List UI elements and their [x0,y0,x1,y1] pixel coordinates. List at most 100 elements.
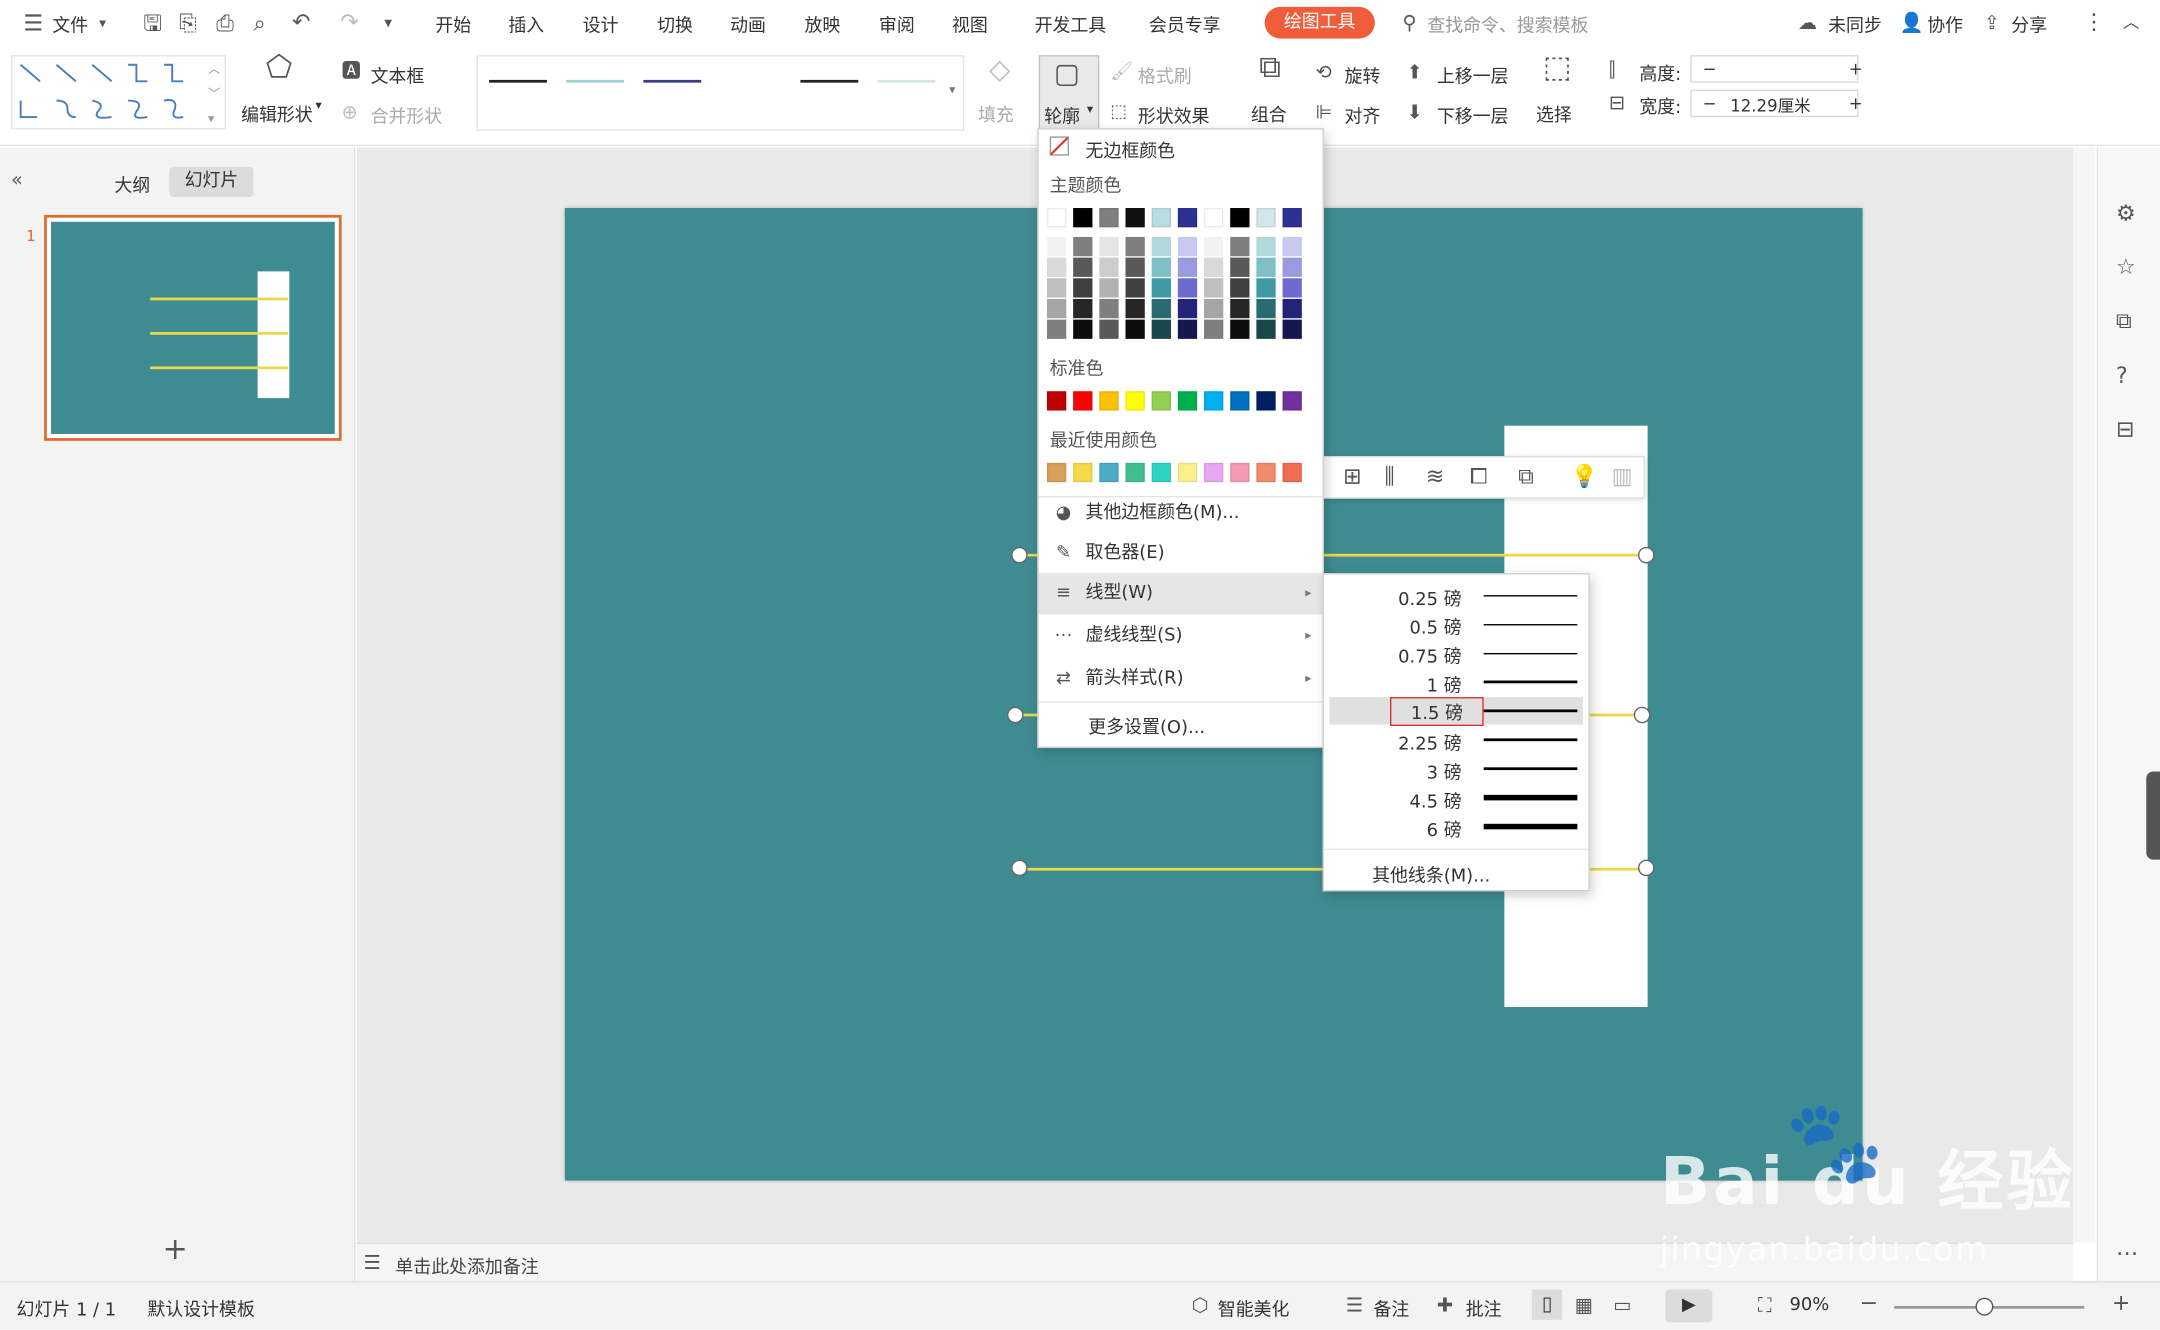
play-button[interactable]: ▶ [1665,1289,1713,1323]
theme-shade-swatch[interactable] [1204,319,1224,339]
line-weight-option[interactable]: 0.5 磅 [1329,610,1582,639]
line-weight-option[interactable]: 0.25 磅 [1329,581,1582,610]
line-2-end-handle[interactable] [1633,706,1651,724]
comments-button[interactable]: 批注 [1466,1295,1502,1321]
group-button[interactable]: 组合 [1251,101,1287,127]
normal-view-icon[interactable]: ▯ [1531,1289,1563,1320]
cloud-sync-icon[interactable]: ☁ [1798,12,1817,34]
width-increment[interactable]: + [1849,94,1863,113]
line-style-teal[interactable] [566,79,625,83]
theme-shade-swatch[interactable] [1099,319,1119,339]
theme-color-swatch[interactable] [1046,208,1067,228]
width-field[interactable]: − 12.29厘米 + [1690,89,1863,118]
standard-color-swatch[interactable] [1256,391,1276,411]
theme-shade-swatch[interactable] [1151,257,1171,277]
theme-shade-swatch[interactable] [1099,278,1119,298]
theme-shade-swatch[interactable] [1256,298,1276,319]
line-weight-option[interactable]: 0.75 磅 [1329,639,1582,668]
select-button[interactable]: 选择 [1536,101,1572,127]
theme-shade-swatch[interactable] [1177,278,1198,298]
line-1-end-handle[interactable] [1637,546,1655,564]
line-weight-option[interactable]: 4.5 磅 [1329,784,1582,813]
recent-color-swatch[interactable] [1230,462,1250,483]
line-style-black-2[interactable] [800,79,859,83]
slide-thumbnail[interactable] [44,214,342,441]
height-decrement[interactable]: − [1703,59,1717,78]
file-menu[interactable]: 文件 [52,11,88,38]
tab-outline[interactable]: 大纲 [114,171,150,197]
theme-shade-swatch[interactable] [1073,298,1093,319]
standard-color-swatch[interactable] [1151,391,1171,411]
rotate-icon[interactable]: ⟲ [1316,62,1332,84]
theme-shade-swatch[interactable] [1177,319,1198,339]
shape-gallery[interactable]: ︿ ﹀ ▾ [11,55,226,130]
chevron-down-icon[interactable]: ▾ [99,14,106,36]
comment-icon[interactable]: ✚ [1437,1295,1453,1317]
share-icon[interactable]: ⇪ [1984,12,2000,34]
tab-design[interactable]: 设计 [583,11,619,38]
star-icon[interactable]: ☆ [2116,256,2136,278]
theme-shade-swatch[interactable] [1125,257,1145,277]
align-center-icon[interactable]: ⊞ [1343,465,1361,488]
theme-shade-swatch[interactable] [1177,236,1198,257]
hamburger-menu-icon[interactable]: ☰ [23,12,43,34]
edit-shape-icon[interactable]: ⬠ [266,53,292,83]
vertical-scrollbar[interactable] [2073,147,2096,1243]
theme-color-swatch[interactable] [1151,208,1171,228]
print-icon[interactable]: ⎙ [216,12,234,34]
reading-view-icon[interactable]: ▭ [1613,1295,1631,1317]
line-style-navy[interactable] [643,79,702,83]
theme-color-swatch[interactable] [1256,208,1276,228]
theme-shade-swatch[interactable] [1151,319,1171,339]
line-weight-option[interactable]: 2.25 磅 [1329,726,1582,755]
tab-member[interactable]: 会员专享 [1149,11,1221,38]
theme-shade-swatch[interactable] [1204,236,1224,257]
fit-screen-icon[interactable]: ⛶ [1758,1295,1772,1317]
tab-slideshow[interactable]: 放映 [805,11,841,38]
more-icon[interactable]: ⋮ [2083,10,2105,33]
theme-shade-swatch[interactable] [1125,319,1145,339]
line-2-start-handle[interactable] [1007,706,1024,724]
rotate-button[interactable]: 旋转 [1345,62,1381,89]
standard-color-swatch[interactable] [1177,391,1198,411]
theme-shade-swatch[interactable] [1125,298,1145,319]
theme-shade-swatch[interactable] [1282,257,1302,277]
undo-icon[interactable]: ↶ [292,10,310,33]
theme-shade-swatch[interactable] [1099,298,1119,319]
send-backward-button[interactable]: 下移一层 [1437,102,1509,128]
more-horizontal-icon[interactable]: ⋯ [2116,1242,2138,1265]
align-icon[interactable]: ⊫ [1316,102,1333,124]
recent-color-swatch[interactable] [1256,462,1276,483]
recent-color-swatch[interactable] [1151,462,1171,483]
recent-color-swatch[interactable] [1177,462,1198,483]
outline-button[interactable]: ▢ 轮廓 ▾ [1038,55,1100,130]
group-objects-icon[interactable]: ⧉ [1518,465,1534,488]
tab-developer[interactable]: 开发工具 [1035,11,1107,38]
notes-toggle-button[interactable]: 备注 [1373,1295,1409,1321]
standard-color-swatch[interactable] [1046,391,1067,411]
select-icon[interactable]: ⬚ [1543,53,1572,83]
theme-color-swatch[interactable] [1230,208,1250,228]
theme-shade-swatch[interactable] [1151,278,1171,298]
tab-review[interactable]: 审阅 [879,11,915,38]
theme-shade-swatch[interactable] [1256,278,1276,298]
more-lines-item[interactable]: 其他线条(M)... [1372,861,1490,888]
height-field[interactable]: − + [1690,55,1863,83]
theme-shade-swatch[interactable] [1282,298,1302,319]
theme-shade-swatch[interactable] [1151,236,1171,257]
edit-shape-button[interactable]: 编辑形状 [241,101,313,127]
customize-icon[interactable]: ▾ [384,12,392,34]
grid-view-icon[interactable]: ▦ [1575,1295,1593,1317]
distribute-horizontal-icon[interactable]: ⫼ [1384,465,1394,488]
slides-icon[interactable]: ⧉ [2116,309,2132,332]
theme-color-swatch[interactable] [1177,208,1198,228]
settings-sliders-icon[interactable]: ⚙ [2116,202,2136,225]
inbox-icon[interactable]: ⊟ [2116,418,2134,441]
line-type-item[interactable]: ≡ 线型(W) ▸ [1038,573,1323,615]
recent-color-swatch[interactable] [1282,462,1302,483]
notes-placeholder[interactable]: 单击此处添加备注 [395,1252,538,1279]
tab-start[interactable]: 开始 [435,11,471,38]
theme-shade-swatch[interactable] [1073,236,1093,257]
theme-shade-swatch[interactable] [1230,319,1250,339]
theme-shade-swatch[interactable] [1151,298,1171,319]
